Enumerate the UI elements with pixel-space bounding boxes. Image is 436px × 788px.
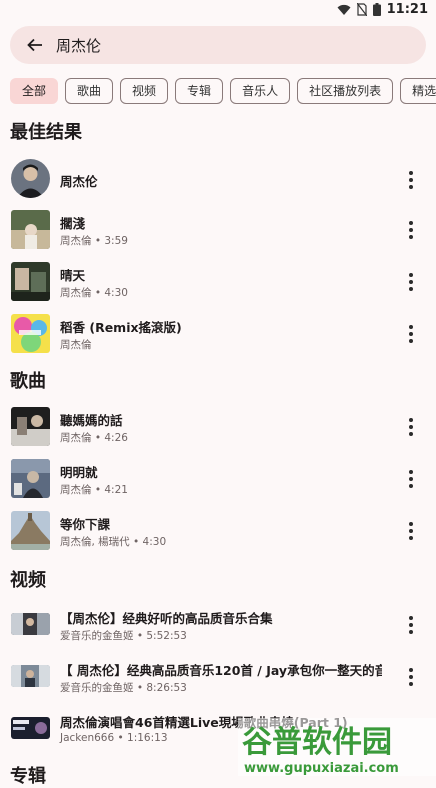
result-title: 擱淺 <box>60 216 86 231</box>
song-title: 聽媽媽的話 <box>60 413 123 428</box>
arrow-back-icon[interactable] <box>16 26 54 64</box>
chip-artists[interactable]: 音乐人 <box>230 78 291 104</box>
watermark-brand: 谷普软件园 <box>242 725 392 760</box>
more-vert-icon[interactable] <box>408 470 414 488</box>
result-song-row[interactable]: 晴天 周杰倫 • 4:30 <box>0 261 436 311</box>
section-title-videos: 视频 <box>10 570 46 591</box>
video-title: 【周杰伦】经典好听的高品质音乐合集 <box>60 611 273 626</box>
filter-chips: 全部 歌曲 视频 专辑 音乐人 社区播放列表 精选 <box>10 78 436 104</box>
song-row[interactable]: 聽媽媽的話 周杰倫 • 4:26 <box>0 406 436 456</box>
song-thumbnail <box>11 459 50 498</box>
song-subtitle: 周杰倫, 楊瑞代 • 4:30 <box>60 536 167 548</box>
result-title: 周杰伦 <box>60 174 98 189</box>
chip-albums[interactable]: 专辑 <box>175 78 224 104</box>
song-thumbnail <box>11 210 50 249</box>
more-vert-icon[interactable] <box>408 171 414 189</box>
song-thumbnail <box>11 407 50 446</box>
chip-all[interactable]: 全部 <box>10 78 59 104</box>
section-title-songs: 歌曲 <box>10 371 46 392</box>
search-input[interactable]: 周杰伦 <box>56 35 101 56</box>
wifi-icon <box>337 4 351 15</box>
result-subtitle: 周杰倫 • 4:30 <box>60 287 128 299</box>
more-vert-icon[interactable] <box>408 522 414 540</box>
chip-videos[interactable]: 视频 <box>120 78 169 104</box>
artist-avatar <box>11 159 50 198</box>
result-title: 晴天 <box>60 268 86 283</box>
video-row[interactable]: 【周杰伦】经典好听的高品质音乐合集 爱音乐的金鱼姬 • 5:52:53 <box>0 604 436 654</box>
result-song-row[interactable]: 擱淺 周杰倫 • 3:59 <box>0 209 436 259</box>
section-title-albums: 专辑 <box>10 766 46 787</box>
section-title-best: 最佳结果 <box>10 122 82 143</box>
result-subtitle: 周杰倫 • 3:59 <box>60 235 128 247</box>
watermark-url: www.gupuxiazai.com <box>244 761 399 776</box>
no-sim-icon <box>356 3 367 16</box>
result-artist-row[interactable]: 周杰伦 <box>0 157 436 207</box>
result-song-row[interactable]: 稻香 (Remix搖滾版) 周杰倫 <box>0 313 436 363</box>
chip-community-playlists[interactable]: 社区播放列表 <box>297 78 394 104</box>
status-bar: 11:21 <box>0 0 436 20</box>
chip-songs[interactable]: 歌曲 <box>65 78 114 104</box>
video-title: 【 周杰伦】经典高品质音乐120首 / Jay承包你一整天的音... <box>60 663 382 678</box>
status-icons: 11:21 <box>337 2 428 17</box>
more-vert-icon[interactable] <box>408 325 414 343</box>
video-row[interactable]: 【 周杰伦】经典高品质音乐120首 / Jay承包你一整天的音... 爱音乐的金… <box>0 656 436 706</box>
song-row[interactable]: 等你下課 周杰倫, 楊瑞代 • 4:30 <box>0 510 436 560</box>
video-subtitle: 爱音乐的金鱼姬 • 5:52:53 <box>60 630 187 642</box>
song-subtitle: 周杰倫 • 4:26 <box>60 432 128 444</box>
video-thumbnail <box>11 717 50 739</box>
more-vert-icon[interactable] <box>408 273 414 291</box>
video-subtitle: Jacken666 • 1:16:13 <box>60 732 168 744</box>
more-vert-icon[interactable] <box>408 418 414 436</box>
status-time: 11:21 <box>386 2 428 17</box>
more-vert-icon[interactable] <box>408 668 414 686</box>
search-bar[interactable]: 周杰伦 <box>10 26 426 64</box>
song-thumbnail <box>11 262 50 301</box>
song-subtitle: 周杰倫 • 4:21 <box>60 484 128 496</box>
video-subtitle: 爱音乐的金鱼姬 • 8:26:53 <box>60 682 187 694</box>
result-subtitle: 周杰倫 <box>60 339 92 351</box>
song-thumbnail <box>11 511 50 550</box>
battery-icon <box>372 3 381 16</box>
result-title: 稻香 (Remix搖滾版) <box>60 320 182 335</box>
more-vert-icon[interactable] <box>408 221 414 239</box>
video-thumbnail <box>11 613 50 635</box>
chip-featured[interactable]: 精选 <box>400 78 436 104</box>
song-title: 明明就 <box>60 465 98 480</box>
watermark: 谷普软件园 www.gupuxiazai.com <box>238 712 436 776</box>
video-thumbnail <box>11 665 50 687</box>
song-row[interactable]: 明明就 周杰倫 • 4:21 <box>0 458 436 508</box>
more-vert-icon[interactable] <box>408 616 414 634</box>
song-title: 等你下課 <box>60 517 111 532</box>
song-thumbnail <box>11 314 50 353</box>
